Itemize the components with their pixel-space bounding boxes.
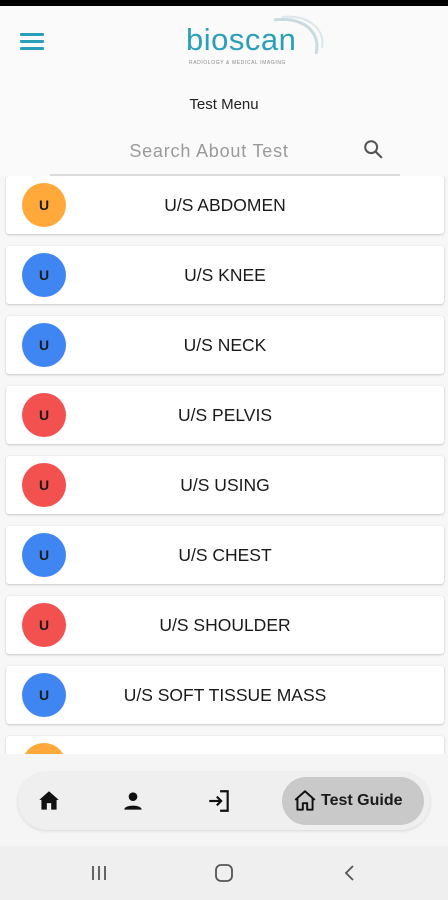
home-outline-icon bbox=[294, 790, 316, 811]
system-nav-bar bbox=[0, 846, 448, 900]
test-label: U/S USING bbox=[180, 475, 270, 495]
list-item[interactable]: U U/S ABDOMEN bbox=[6, 176, 444, 234]
test-label: U/S SHOULDER bbox=[159, 615, 291, 635]
logo-text: bioscan bbox=[186, 22, 297, 57]
back-icon[interactable] bbox=[338, 862, 362, 884]
test-avatar: U bbox=[22, 253, 66, 297]
home-circle-icon[interactable] bbox=[212, 862, 236, 884]
search-icon[interactable] bbox=[362, 138, 384, 160]
recent-apps-icon[interactable] bbox=[87, 862, 111, 884]
test-label: U/S ABDOMEN bbox=[164, 195, 286, 215]
search-bar bbox=[50, 128, 400, 176]
bioscan-logo: bioscan RADIOLOGY & MEDICAL IMAGING bbox=[182, 14, 332, 74]
list-item[interactable]: U U/S USING bbox=[6, 456, 444, 514]
test-label: U/S CHEST bbox=[178, 545, 272, 565]
list-item[interactable]: U U/S PELVIS bbox=[6, 386, 444, 444]
list-item[interactable]: U U/S NECK bbox=[6, 316, 444, 374]
home-icon[interactable] bbox=[36, 788, 62, 814]
test-guide-tab[interactable]: Test Guide bbox=[282, 777, 424, 825]
list-item[interactable]: U U/S KNEE bbox=[6, 246, 444, 304]
bottom-area: Test Guide bbox=[0, 754, 448, 846]
login-icon[interactable] bbox=[206, 788, 232, 814]
test-avatar: U bbox=[22, 183, 66, 227]
app-header: bioscan RADIOLOGY & MEDICAL IMAGING Test… bbox=[0, 6, 448, 176]
test-list: U U/S ABDOMEN U U/S KNEE U U/S NECK U U/… bbox=[0, 176, 448, 754]
logo-tagline: RADIOLOGY & MEDICAL IMAGING bbox=[189, 60, 287, 66]
test-label: U/S NECK bbox=[183, 335, 267, 355]
test-avatar: U bbox=[22, 673, 66, 717]
test-avatar: U bbox=[22, 463, 66, 507]
test-label: U/S PELVIS bbox=[177, 405, 273, 425]
test-avatar: U bbox=[22, 323, 66, 367]
person-icon[interactable] bbox=[120, 788, 146, 814]
test-avatar: U bbox=[22, 603, 66, 647]
test-avatar: U bbox=[22, 393, 66, 437]
list-item[interactable]: U U/S SHOULDER bbox=[6, 596, 444, 654]
page-title: Test Menu bbox=[189, 96, 259, 113]
test-label bbox=[66, 736, 384, 754]
hamburger-menu-icon[interactable] bbox=[20, 33, 44, 51]
list-item[interactable]: U U/S CHEST bbox=[6, 526, 444, 584]
search-input[interactable] bbox=[50, 134, 350, 168]
bottom-nav: Test Guide bbox=[18, 772, 430, 830]
list-item[interactable]: U U/S SOFT TISSUE MASS bbox=[6, 666, 444, 724]
test-guide-label: Test Guide bbox=[321, 792, 403, 809]
test-label: U/S KNEE bbox=[184, 265, 266, 285]
test-avatar bbox=[22, 743, 66, 754]
test-avatar: U bbox=[22, 533, 66, 577]
test-label: U/S SOFT TISSUE MASS bbox=[123, 685, 327, 705]
list-item[interactable] bbox=[6, 736, 444, 754]
